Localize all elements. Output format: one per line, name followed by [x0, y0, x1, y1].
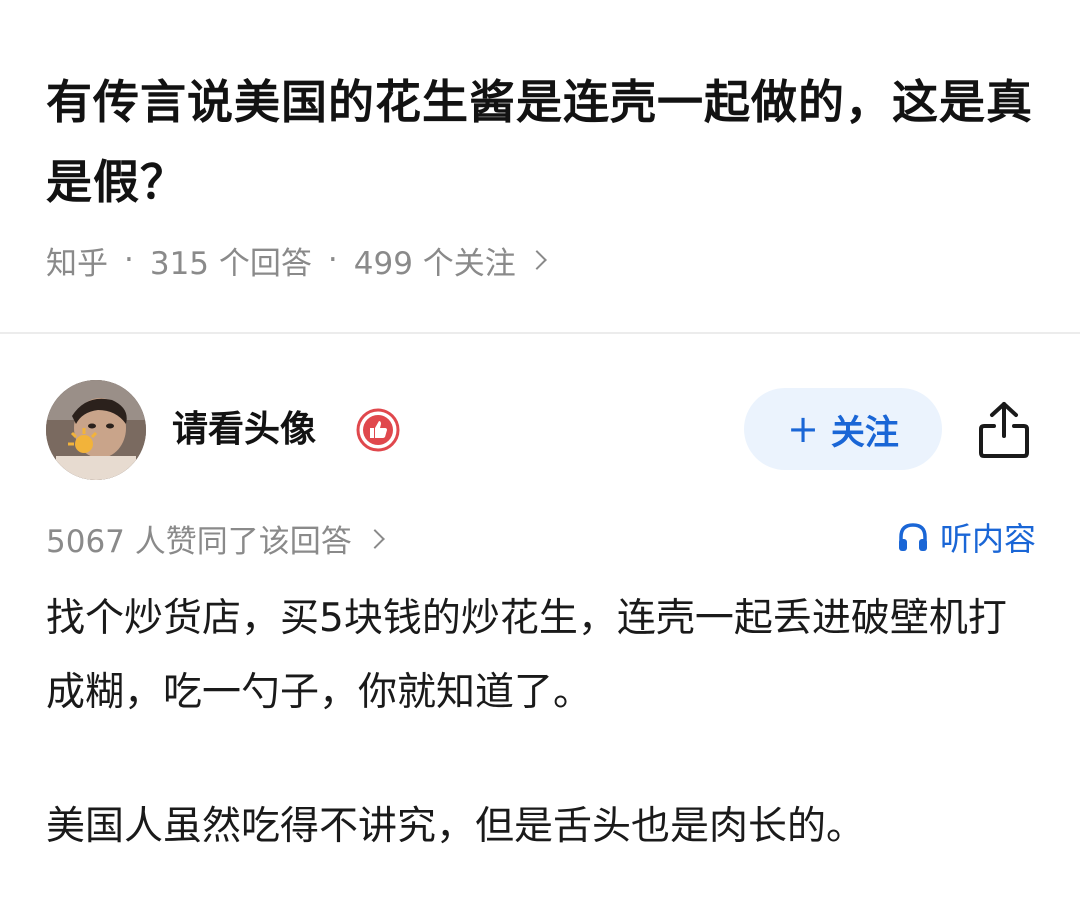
chevron-right-icon: [526, 250, 547, 270]
chevron-right-icon: [364, 528, 385, 549]
question-title[interactable]: 有传言说美国的花生酱是连壳一起做的，这是真是假？: [46, 62, 1036, 222]
thumbs-up-badge-icon: [356, 408, 400, 452]
answer-count: 315 个回答: [149, 245, 312, 282]
headphones-icon: [898, 523, 927, 551]
follow-label: 关注: [830, 412, 899, 453]
section-divider: [0, 332, 1080, 334]
follower-count: 499 个关注: [353, 245, 516, 282]
meta-separator: ·: [327, 242, 338, 278]
question-header: 有传言说美国的花生酱是连壳一起做的，这是真是假？ 知乎 · 315 个回答 · …: [46, 62, 1036, 282]
meta-separator: ·: [124, 242, 134, 278]
author-row: 请看头像 + 关注: [46, 380, 1036, 480]
question-meta[interactable]: 知乎 · 315 个回答 · 499 个关注: [46, 238, 1036, 282]
answer-paragraph: 找个炒货店，买5块钱的炒花生，连壳一起丢进破壁机打成糊，吃一勺子，你就知道了。: [46, 596, 1007, 715]
listen-label: 听内容: [939, 520, 1036, 558]
follow-button[interactable]: + 关注: [744, 388, 942, 470]
avatar[interactable]: [46, 380, 146, 480]
answer-paragraph: 美国人虽然吃得不讲究，但是舌头也是肉长的。: [46, 804, 866, 849]
listen-button[interactable]: 听内容: [896, 514, 1036, 560]
answer-stats: 5067 人赞同了该回答 听内容: [46, 512, 1036, 562]
likes-count: 5067 人赞同了该回答: [46, 524, 352, 560]
source-label: 知乎: [46, 245, 108, 282]
plus-icon: +: [787, 407, 819, 451]
answer-content[interactable]: 找个炒货店，买5块钱的炒花生，连壳一起丢进破壁机打成糊，吃一勺子，你就知道了。 …: [46, 582, 1036, 864]
share-icon[interactable]: [976, 400, 1032, 460]
likes-summary[interactable]: 5067 人赞同了该回答: [46, 516, 385, 561]
author-name[interactable]: 请看头像: [172, 406, 316, 454]
